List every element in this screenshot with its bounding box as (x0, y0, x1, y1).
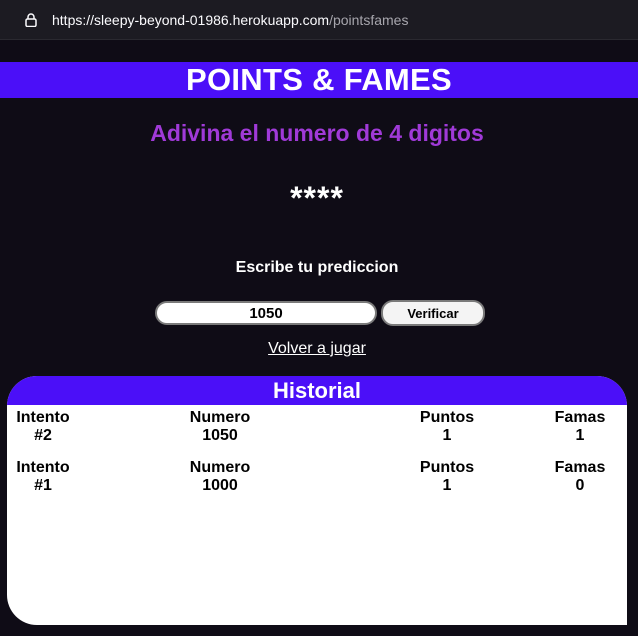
number-value: 1000 (202, 477, 238, 494)
secret-number-mask: **** (290, 180, 344, 216)
verify-button[interactable]: Verificar (381, 300, 485, 326)
history-number-cell: Numero 1050 (79, 409, 361, 445)
number-label: Numero (189, 459, 251, 476)
points-value: 1 (442, 477, 452, 494)
guess-input[interactable] (155, 301, 377, 325)
game-subtitle: Adivina el numero de 4 digitos (150, 120, 484, 146)
guess-form: Verificar (155, 300, 485, 326)
history-header: Historial (7, 376, 627, 405)
attempt-label: Intento (16, 409, 70, 426)
history-fames-cell: Famas 0 (533, 459, 627, 495)
points-label: Puntos (419, 459, 475, 476)
browser-address-bar[interactable]: https://sleepy-beyond-01986.herokuapp.co… (0, 0, 638, 40)
fames-value: 0 (575, 477, 585, 494)
history-row: Intento #1 Numero 1000 Puntos 1 Famas 0 (7, 459, 627, 495)
page-title: POINTS & FAMES (185, 62, 452, 97)
history-attempt-cell: Intento #1 (7, 459, 79, 495)
number-label: Numero (189, 409, 251, 426)
history-points-cell: Puntos 1 (361, 409, 533, 445)
history-points-cell: Puntos 1 (361, 459, 533, 495)
history-attempt-cell: Intento #2 (7, 409, 79, 445)
points-value: 1 (442, 427, 452, 444)
url-text[interactable]: https://sleepy-beyond-01986.herokuapp.co… (52, 12, 408, 28)
guess-prompt: Escribe tu prediccion (235, 259, 399, 276)
attempt-value: #1 (34, 477, 52, 494)
url-path: /pointsfames (329, 11, 409, 28)
history-fames-cell: Famas 1 (533, 409, 627, 445)
history-title: Historial (272, 377, 362, 403)
fames-value: 1 (575, 427, 585, 444)
url-host: https://sleepy-beyond-01986.herokuapp.co… (52, 11, 330, 28)
history-panel: Historial Intento #2 Numero 1050 Puntos … (7, 376, 627, 625)
fames-label: Famas (554, 409, 606, 426)
fames-label: Famas (554, 459, 606, 476)
attempt-label: Intento (16, 459, 70, 476)
replay-link[interactable]: Volver a jugar (0, 340, 634, 358)
history-number-cell: Numero 1000 (79, 459, 361, 495)
history-row: Intento #2 Numero 1050 Puntos 1 Famas 1 (7, 409, 627, 445)
number-value: 1050 (202, 427, 238, 444)
points-label: Puntos (419, 409, 475, 426)
attempt-value: #2 (34, 427, 52, 444)
lock-icon[interactable] (24, 12, 38, 28)
title-banner: POINTS & FAMES (0, 62, 638, 98)
